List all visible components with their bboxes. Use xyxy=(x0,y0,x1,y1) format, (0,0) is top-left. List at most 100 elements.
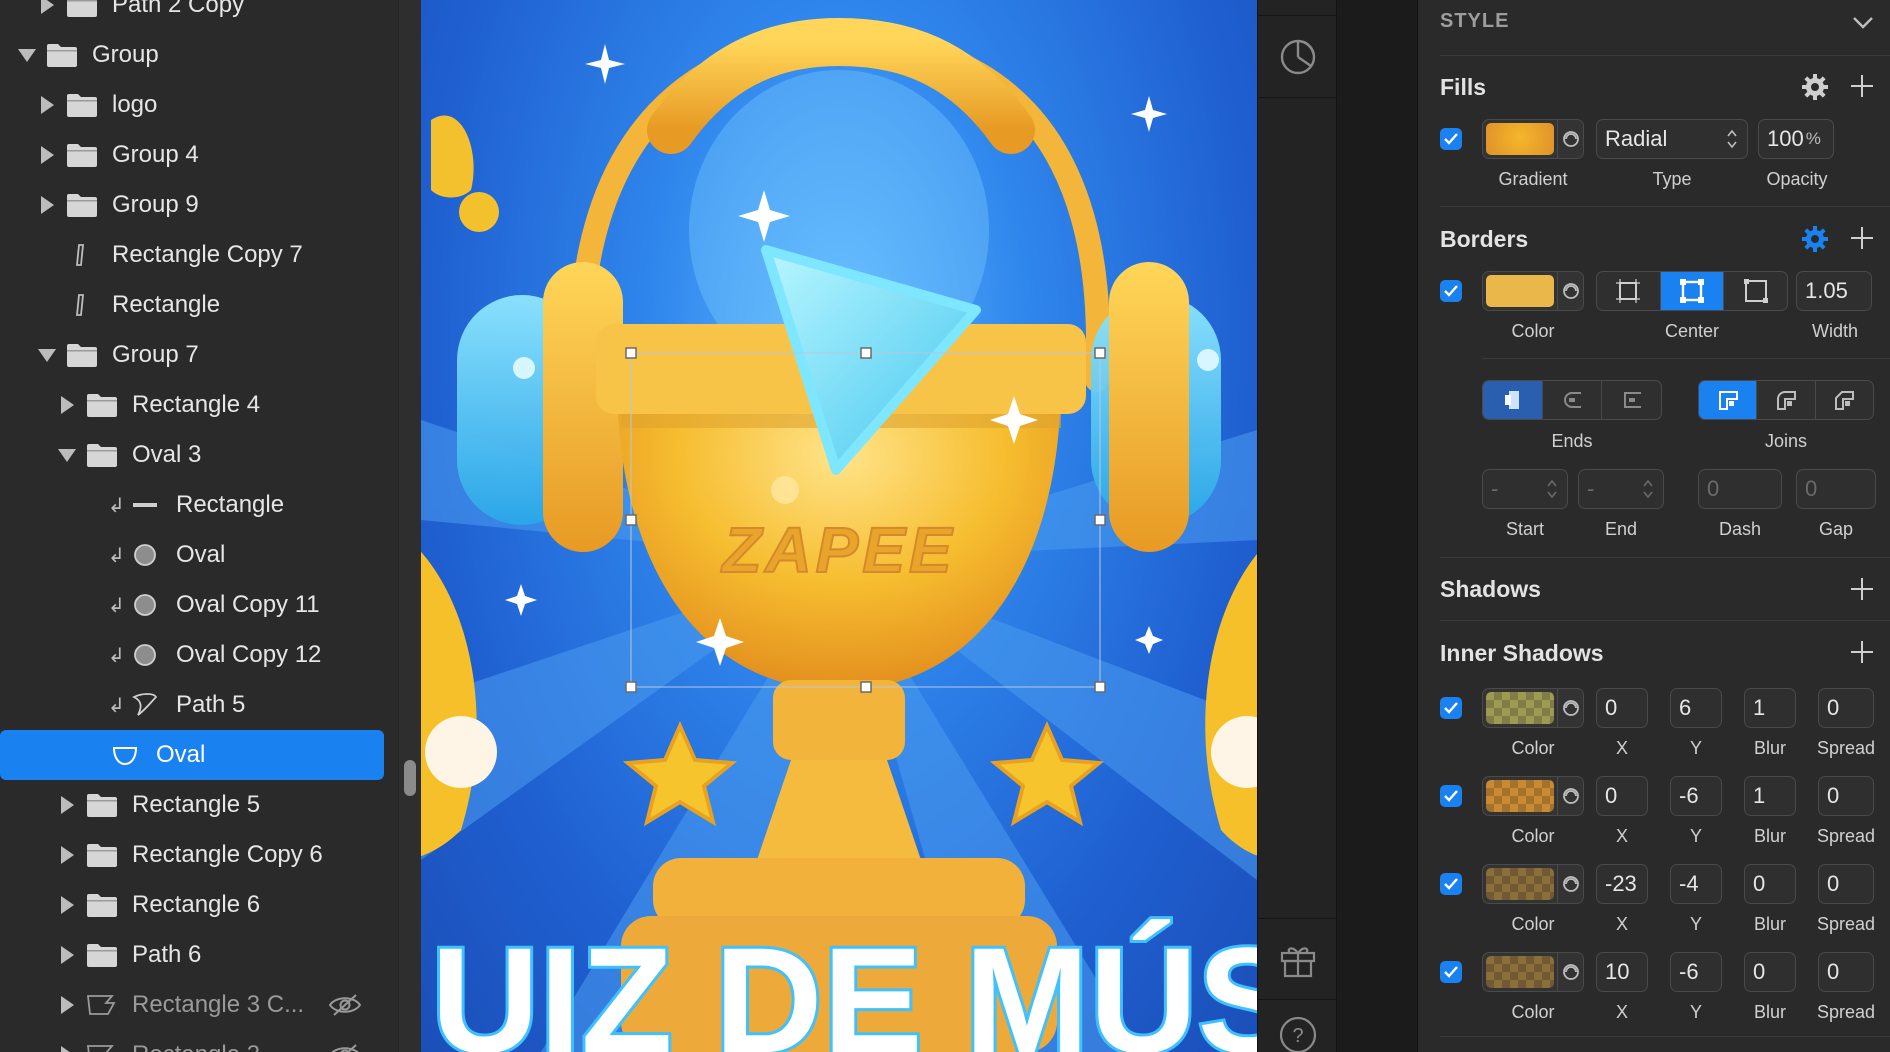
layer-row[interactable]: logo xyxy=(0,80,390,130)
gap-field[interactable]: 0 xyxy=(1796,469,1876,509)
layer-row[interactable]: Rectangle 4 xyxy=(0,380,390,430)
line-ends-segmented[interactable] xyxy=(1482,380,1662,420)
butt-end-option[interactable] xyxy=(1483,381,1543,419)
inner-shadow-enabled-checkbox[interactable] xyxy=(1440,873,1462,895)
layers-scrollbar[interactable] xyxy=(398,0,421,1052)
disclosure-collapsed-icon[interactable] xyxy=(58,1046,76,1052)
gift-button[interactable] xyxy=(1258,918,1338,1000)
inner-shadow-spread-field[interactable]: 0 xyxy=(1818,776,1874,816)
border-position-segmented[interactable] xyxy=(1596,271,1788,311)
layer-row[interactable]: ↲ Oval Copy 11 xyxy=(0,580,390,630)
color-variable-icon[interactable] xyxy=(1557,865,1583,903)
border-enabled-checkbox[interactable] xyxy=(1440,280,1462,302)
inner-shadow-y-field[interactable]: -4 xyxy=(1670,864,1722,904)
border-inside-option[interactable] xyxy=(1597,272,1661,310)
layer-row[interactable]: ↲ Oval Copy 12 xyxy=(0,630,390,680)
disclosure-collapsed-icon[interactable] xyxy=(58,796,76,814)
inner-shadow-y-field[interactable]: 6 xyxy=(1670,688,1722,728)
line-joins-segmented[interactable] xyxy=(1698,380,1874,420)
disclosure-expanded-icon[interactable] xyxy=(18,46,36,64)
color-variable-icon[interactable] xyxy=(1557,953,1583,991)
arrow-end-select[interactable]: - xyxy=(1578,469,1664,509)
add-shadow-button[interactable] xyxy=(1849,576,1875,602)
inner-shadow-blur-field[interactable]: 0 xyxy=(1744,864,1796,904)
layer-row[interactable]: Rectangle Copy 6 xyxy=(0,830,390,880)
layer-row[interactable]: Path 2 Copy xyxy=(0,0,390,30)
artboard[interactable]: ZAPEE UIZ DE MÚSI xyxy=(421,0,1257,1052)
inner-shadow-color-preview[interactable] xyxy=(1486,780,1554,812)
dash-field[interactable]: 0 xyxy=(1698,469,1782,509)
inner-shadow-y-field[interactable]: -6 xyxy=(1670,776,1722,816)
layer-row[interactable]: Group 9 xyxy=(0,180,390,230)
layer-row[interactable]: Path 6 xyxy=(0,930,390,980)
miter-join-option[interactable] xyxy=(1699,381,1758,419)
inner-shadow-color-swatch[interactable] xyxy=(1482,688,1584,728)
color-variable-icon[interactable] xyxy=(1557,689,1583,727)
inner-shadow-color-swatch[interactable] xyxy=(1482,776,1584,816)
layer-row[interactable]: Rectangle Copy 7 xyxy=(0,230,390,280)
border-width-field[interactable]: 1.05 xyxy=(1796,271,1872,311)
layer-row[interactable]: Rectangle 6 xyxy=(0,880,390,930)
layer-row[interactable]: Oval 3 xyxy=(0,430,390,480)
layer-row[interactable]: ↲ Rectangle xyxy=(0,480,390,530)
inner-shadow-blur-field[interactable]: 0 xyxy=(1744,952,1796,992)
inner-shadow-x-field[interactable]: 0 xyxy=(1596,688,1648,728)
fill-gradient-swatch[interactable] xyxy=(1482,119,1584,159)
inner-shadow-color-preview[interactable] xyxy=(1486,868,1554,900)
disclosure-expanded-icon[interactable] xyxy=(38,346,56,364)
inner-shadow-color-preview[interactable] xyxy=(1486,956,1554,988)
fill-enabled-checkbox[interactable] xyxy=(1440,128,1462,150)
layer-row[interactable]: ↲ Path 5 xyxy=(0,680,390,730)
layer-row[interactable]: Rectangle xyxy=(0,280,390,330)
inner-shadow-y-field[interactable]: -6 xyxy=(1670,952,1722,992)
fill-opacity-field[interactable]: 100% xyxy=(1758,119,1834,159)
inner-shadow-enabled-checkbox[interactable] xyxy=(1440,785,1462,807)
inner-shadow-spread-field[interactable]: 0 xyxy=(1818,952,1874,992)
layer-row[interactable]: Rectangle 3 xyxy=(0,1030,390,1052)
border-outside-option[interactable] xyxy=(1724,272,1787,310)
layer-row[interactable]: Group 7 xyxy=(0,330,390,380)
layer-row[interactable]: Group xyxy=(0,30,390,80)
color-variable-icon[interactable] xyxy=(1557,272,1583,310)
add-fill-button[interactable] xyxy=(1849,73,1875,99)
round-join-option[interactable] xyxy=(1757,381,1816,419)
layer-row[interactable]: Rectangle 3 C... xyxy=(0,980,390,1030)
disclosure-collapsed-icon[interactable] xyxy=(58,846,76,864)
border-color-preview[interactable] xyxy=(1486,275,1554,307)
square-end-option[interactable] xyxy=(1602,381,1661,419)
color-variable-icon[interactable] xyxy=(1557,777,1583,815)
gradient-preview[interactable] xyxy=(1486,123,1554,155)
fill-type-select[interactable]: Radial xyxy=(1596,119,1748,159)
layer-row[interactable]: ↲ Oval xyxy=(0,530,390,580)
chevron-down-icon[interactable] xyxy=(1852,16,1874,30)
inner-shadow-color-swatch[interactable] xyxy=(1482,952,1584,992)
inner-shadow-color-preview[interactable] xyxy=(1486,692,1554,724)
bevel-join-option[interactable] xyxy=(1816,381,1873,419)
disclosure-collapsed-icon[interactable] xyxy=(58,996,76,1014)
help-button[interactable]: ? xyxy=(1258,1000,1338,1052)
layer-row[interactable]: Oval xyxy=(0,730,384,780)
disclosure-collapsed-icon[interactable] xyxy=(38,146,56,164)
disclosure-collapsed-icon[interactable] xyxy=(38,196,56,214)
disclosure-expanded-icon[interactable] xyxy=(58,446,76,464)
inner-shadow-x-field[interactable]: 10 xyxy=(1596,952,1648,992)
layer-row[interactable]: Group 4 xyxy=(0,130,390,180)
round-end-option[interactable] xyxy=(1543,381,1603,419)
add-inner-shadow-button[interactable] xyxy=(1849,639,1875,665)
inner-shadow-blur-field[interactable]: 1 xyxy=(1744,688,1796,728)
arrow-start-select[interactable]: - xyxy=(1482,469,1568,509)
fills-gear-icon[interactable] xyxy=(1801,73,1829,101)
disclosure-collapsed-icon[interactable] xyxy=(58,896,76,914)
inner-shadow-x-field[interactable]: 0 xyxy=(1596,776,1648,816)
layers-scrollbar-thumb[interactable] xyxy=(404,760,416,796)
layer-row[interactable]: Rectangle 5 xyxy=(0,780,390,830)
add-border-button[interactable] xyxy=(1849,225,1875,251)
inner-shadow-spread-field[interactable]: 0 xyxy=(1818,688,1874,728)
disclosure-collapsed-icon[interactable] xyxy=(58,946,76,964)
inner-shadow-color-swatch[interactable] xyxy=(1482,864,1584,904)
hidden-eye-icon[interactable] xyxy=(328,993,362,1017)
pie-chart-button[interactable] xyxy=(1258,16,1338,98)
inner-shadow-x-field[interactable]: -23 xyxy=(1596,864,1648,904)
borders-gear-icon[interactable] xyxy=(1801,225,1829,253)
inner-shadow-spread-field[interactable]: 0 xyxy=(1818,864,1874,904)
